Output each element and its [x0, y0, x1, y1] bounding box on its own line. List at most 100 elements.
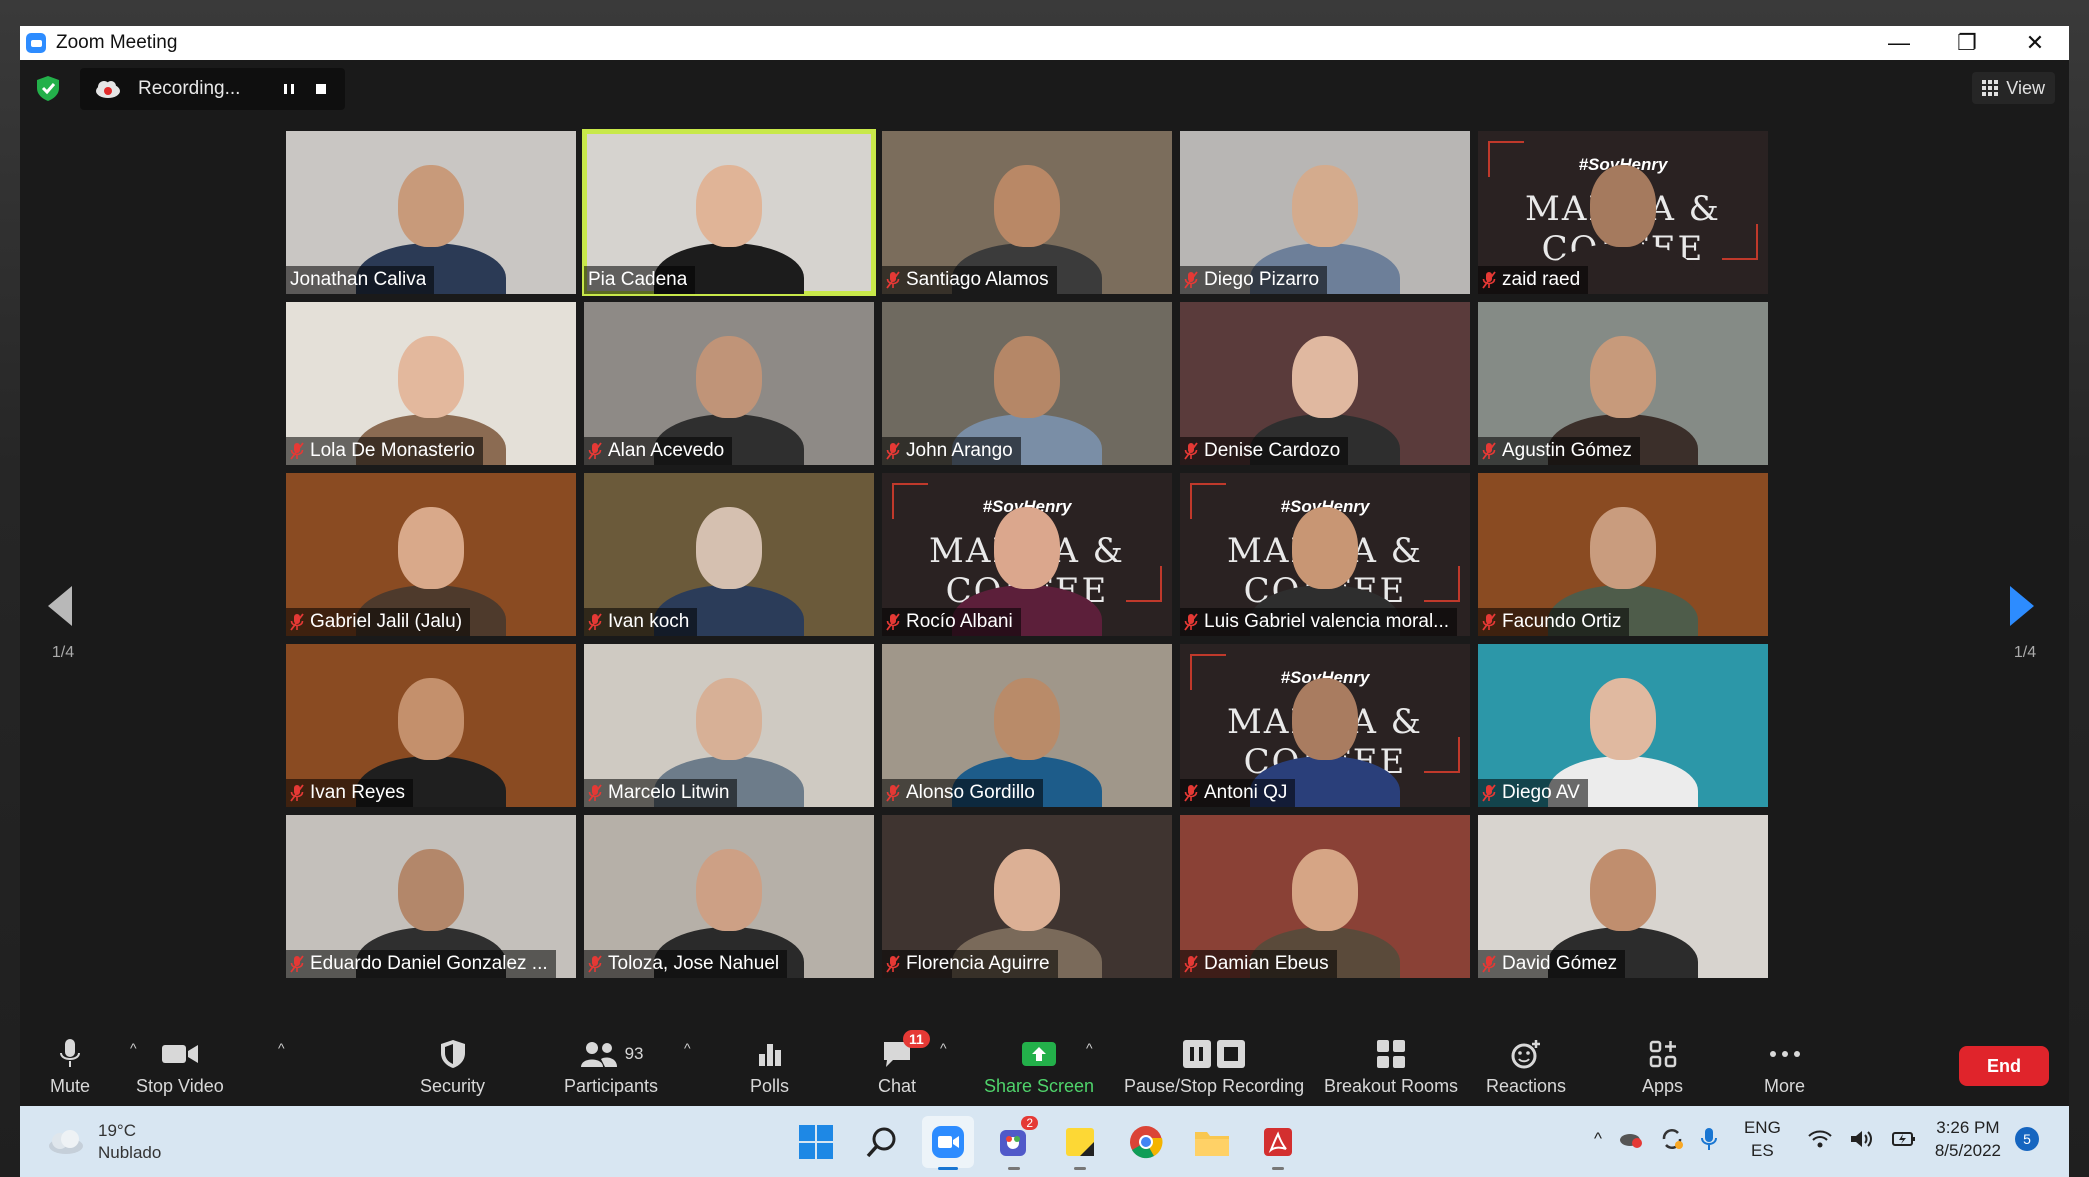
apps-button[interactable]: Apps	[1642, 1034, 1683, 1097]
polls-button[interactable]: Polls	[750, 1034, 789, 1097]
restore-button[interactable]: ❐	[1933, 26, 2001, 60]
view-button[interactable]: View	[1972, 72, 2055, 104]
start-button[interactable]	[790, 1116, 842, 1168]
participant-tile[interactable]: Eduardo Daniel Gonzalez ...	[286, 815, 576, 978]
show-hidden-icons-chevron-icon[interactable]: ^	[1594, 1129, 1602, 1149]
end-meeting-button[interactable]: End	[1959, 1046, 2049, 1086]
participant-name: Luis Gabriel valencia moral...	[1204, 611, 1449, 632]
participant-face	[398, 165, 464, 247]
volume-icon[interactable]	[1849, 1128, 1875, 1150]
weather-widget[interactable]: 19°C Nublado	[46, 1120, 161, 1164]
minimize-button[interactable]: —	[1865, 26, 1933, 60]
recording-label: Recording...	[138, 78, 241, 99]
participant-tile[interactable]: Toloza, Jose Nahuel	[584, 815, 874, 978]
participant-tile[interactable]: David Gómez	[1478, 815, 1768, 978]
participant-face	[398, 678, 464, 760]
folder-icon	[1195, 1132, 1229, 1156]
close-button[interactable]: ✕	[2001, 26, 2069, 60]
participant-tile[interactable]: #SoyHenryMANGA & COFFEEAntoni QJ	[1180, 644, 1470, 807]
taskbar-zoom-app[interactable]	[922, 1116, 974, 1170]
taskbar-acrobat-app[interactable]	[1252, 1116, 1304, 1170]
participant-tile[interactable]: Florencia Aguirre	[882, 815, 1172, 978]
right-arrow-icon[interactable]	[2010, 586, 2034, 626]
next-page-nav[interactable]: 1/4	[2010, 586, 2040, 662]
participant-tile[interactable]: Damian Ebeus	[1180, 815, 1470, 978]
participant-name: Rocío Albani	[906, 611, 1013, 632]
share-options-caret[interactable]: ^	[1086, 1040, 1093, 1056]
muted-mic-icon	[886, 784, 900, 802]
taskbar-sticky-notes-app[interactable]	[1054, 1116, 1106, 1170]
taskbar-file-explorer-app[interactable]	[1186, 1116, 1238, 1168]
encryption-shield-icon[interactable]	[34, 74, 62, 102]
participant-tile[interactable]: Pia Cadena	[582, 129, 876, 296]
participant-name-bar: Diego Pizarro	[1180, 266, 1328, 294]
sticky-notes-icon	[1066, 1128, 1094, 1156]
pause-stop-recording-button[interactable]: Pause/Stop Recording	[1124, 1034, 1304, 1097]
participant-face	[696, 678, 762, 760]
participant-tile[interactable]: Diego Pizarro	[1180, 131, 1470, 294]
sync-icon[interactable]	[1660, 1127, 1684, 1151]
microphone-in-use-icon[interactable]	[1700, 1126, 1718, 1152]
more-dots-icon	[1769, 1051, 1800, 1057]
onedrive-error-icon[interactable]	[1618, 1128, 1644, 1150]
participant-face	[1590, 678, 1656, 760]
muted-mic-icon	[290, 784, 304, 802]
participant-tile[interactable]: #SoyHenryMANGA & COFFEERocío Albani	[882, 473, 1172, 636]
participant-name: Damian Ebeus	[1204, 953, 1329, 974]
participant-tile[interactable]: Gabriel Jalil (Jalu)	[286, 473, 576, 636]
teams-badge: 2	[1021, 1116, 1038, 1130]
more-button[interactable]: More	[1764, 1034, 1805, 1097]
prev-page-nav[interactable]: 1/4	[48, 586, 78, 662]
participant-tile[interactable]: #SoyHenryMANGA & COFFEEzaid raed	[1478, 131, 1768, 294]
participant-tile[interactable]: Jonathan Caliva	[286, 131, 576, 294]
video-camera-icon	[161, 1045, 198, 1063]
participants-options-caret[interactable]: ^	[684, 1040, 691, 1056]
stop-recording-icon[interactable]	[314, 82, 328, 96]
share-screen-button[interactable]: Share Screen	[984, 1034, 1094, 1097]
security-button[interactable]: Security	[420, 1034, 485, 1097]
participant-tile[interactable]: Marcelo Litwin	[584, 644, 874, 807]
chat-button[interactable]: 11 Chat	[878, 1030, 930, 1097]
muted-mic-icon	[588, 442, 602, 460]
chat-unread-badge: 11	[903, 1030, 930, 1048]
participant-tile[interactable]: Agustin Gómez	[1478, 302, 1768, 465]
taskbar-chrome-app[interactable]	[1120, 1116, 1172, 1168]
zoom-app-icon	[932, 1126, 964, 1158]
taskbar-teams-app[interactable]: 2	[988, 1116, 1040, 1170]
meeting-toolbar: Mute ^ Stop Video ^ Security 93 Particip…	[20, 1026, 2069, 1106]
stop-video-button[interactable]: Stop Video	[136, 1034, 224, 1097]
participant-tile[interactable]: John Arango	[882, 302, 1172, 465]
system-clock[interactable]: 3:26 PM 8/5/2022	[1935, 1116, 2001, 1162]
reactions-button[interactable]: Reactions	[1486, 1034, 1566, 1097]
participant-face	[398, 336, 464, 418]
participant-name-bar: Rocío Albani	[882, 608, 1021, 636]
participants-button[interactable]: 93 Participants	[564, 1034, 658, 1097]
participant-tile[interactable]: Alonso Gordillo	[882, 644, 1172, 807]
input-language-indicator[interactable]: ENG ES	[1744, 1116, 1781, 1162]
participant-tile[interactable]: #SoyHenryMANGA & COFFEELuis Gabriel vale…	[1180, 473, 1470, 636]
participant-tile[interactable]: Diego AV	[1478, 644, 1768, 807]
mute-button[interactable]: Mute	[50, 1034, 90, 1097]
participant-tile[interactable]: Santiago Alamos	[882, 131, 1172, 294]
participant-tile[interactable]: Ivan Reyes	[286, 644, 576, 807]
taskbar-search-button[interactable]	[856, 1116, 908, 1168]
chat-options-caret[interactable]: ^	[940, 1040, 947, 1056]
left-arrow-icon[interactable]	[48, 586, 72, 626]
participant-tile[interactable]: Facundo Ortiz	[1478, 473, 1768, 636]
notification-count-badge[interactable]: 5	[2015, 1127, 2039, 1151]
battery-charging-icon[interactable]	[1891, 1129, 1917, 1149]
participant-tile[interactable]: Lola De Monasterio	[286, 302, 576, 465]
participant-tile[interactable]: Ivan koch	[584, 473, 874, 636]
participant-name-bar: David Gómez	[1478, 950, 1626, 978]
muted-mic-icon	[1184, 442, 1198, 460]
muted-mic-icon	[886, 271, 900, 289]
video-options-caret[interactable]: ^	[278, 1040, 285, 1056]
pause-recording-icon[interactable]	[282, 82, 296, 96]
participant-name: Agustin Gómez	[1502, 440, 1632, 461]
participant-tile[interactable]: Denise Cardozo	[1180, 302, 1470, 465]
system-tray: ^ ENG ES 3:26 PM 8/5/2022 5	[1578, 1116, 2039, 1162]
cloudy-weather-icon	[49, 1130, 83, 1154]
wifi-icon[interactable]	[1807, 1129, 1833, 1149]
breakout-rooms-button[interactable]: Breakout Rooms	[1324, 1034, 1458, 1097]
participant-tile[interactable]: Alan Acevedo	[584, 302, 874, 465]
